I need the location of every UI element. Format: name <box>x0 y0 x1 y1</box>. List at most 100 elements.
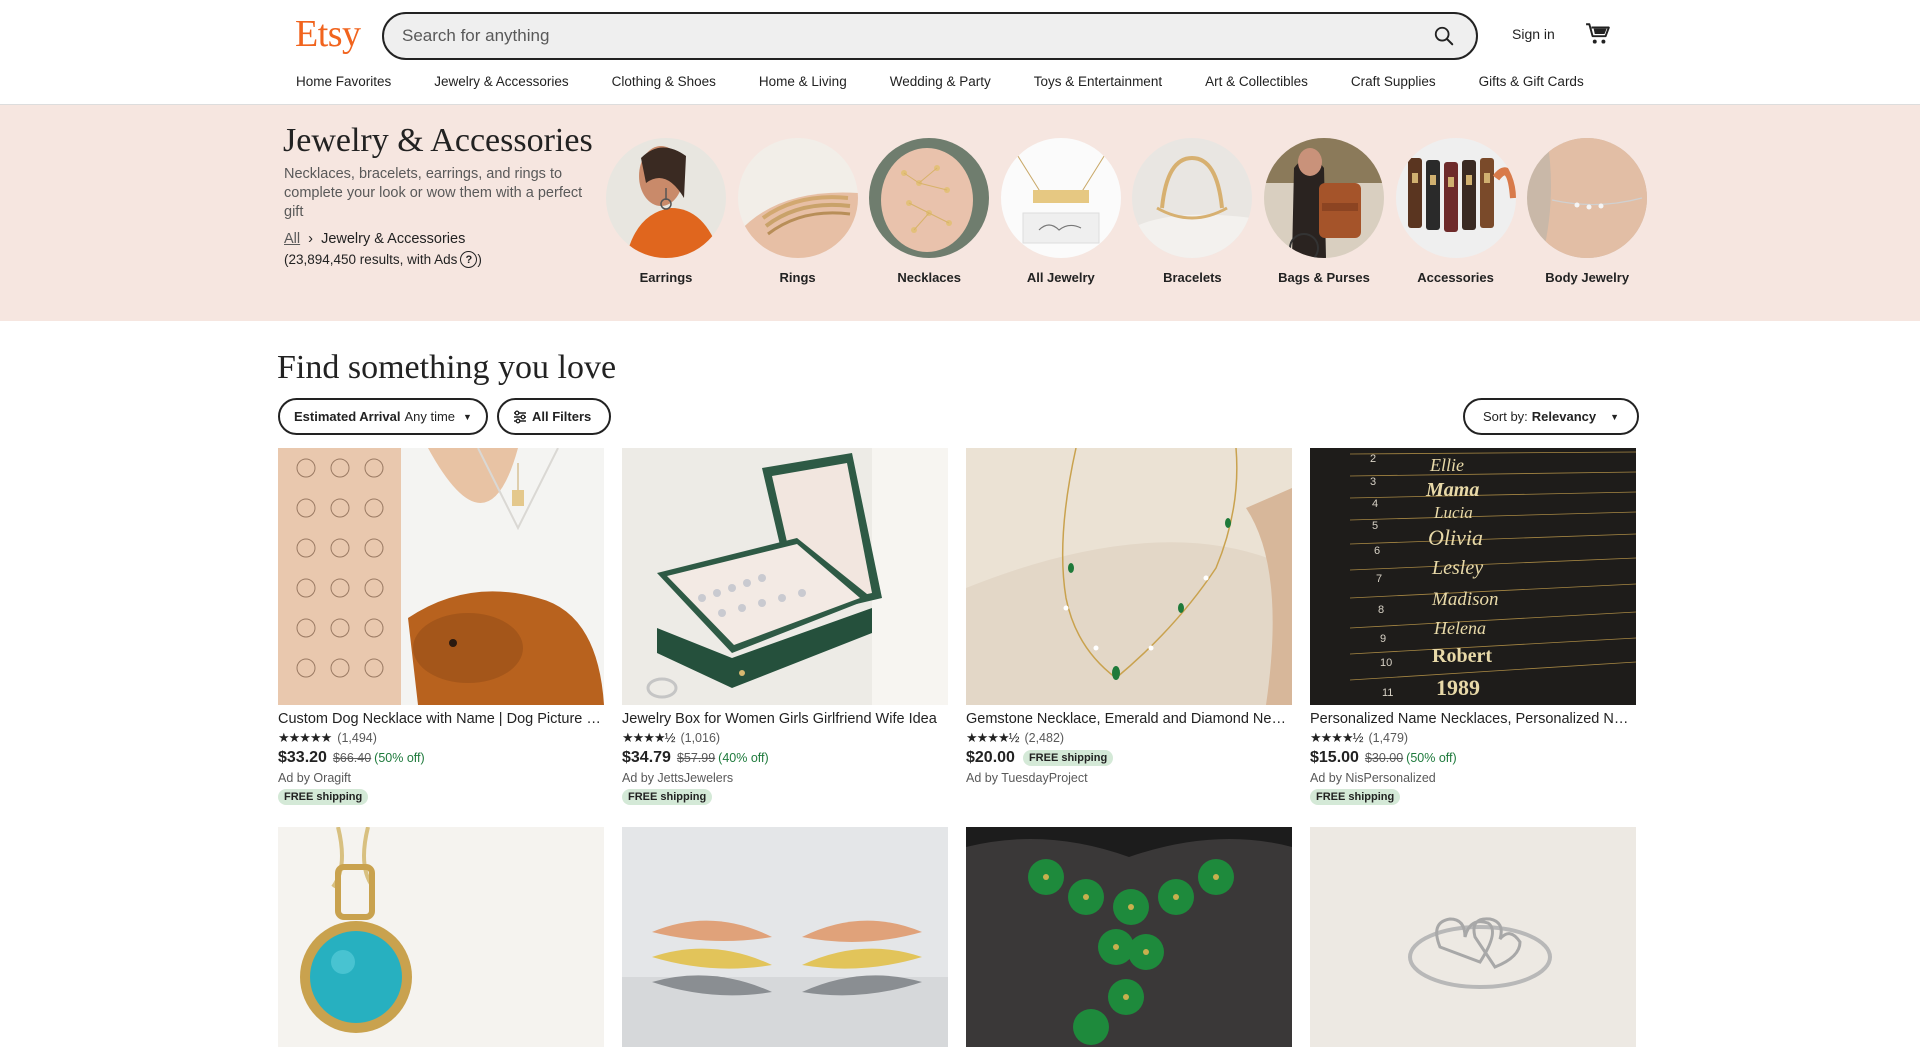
listing-card[interactable] <box>1310 827 1636 1047</box>
review-count: (1,016) <box>680 731 721 745</box>
category-bracelets[interactable]: Bracelets <box>1132 138 1253 285</box>
results-count: (23,894,450 results, with Ads ? ) <box>284 251 482 268</box>
free-shipping-badge: FREE shipping <box>1310 789 1401 805</box>
category-image <box>1527 138 1648 258</box>
name-sample: Helena <box>1433 618 1486 638</box>
category-accessories[interactable]: Accessories <box>1395 138 1516 285</box>
review-count: (1,494) <box>337 731 377 745</box>
category-bags-purses[interactable]: Bags & Purses <box>1263 138 1384 285</box>
name-number: 8 <box>1378 604 1384 616</box>
listing-image[interactable] <box>278 827 604 1047</box>
listing-card[interactable] <box>278 827 604 1047</box>
category-description: Necklaces, bracelets, earrings, and ring… <box>284 166 583 220</box>
listing-card[interactable]: 2 3 4 5 6 7 8 9 10 11 Ellie Mama Lucia O… <box>1310 448 1636 805</box>
cart-button[interactable] <box>1585 21 1611 52</box>
results-close-paren: ) <box>477 252 482 267</box>
listing-card[interactable] <box>966 827 1292 1047</box>
shop-name[interactable]: Ad by NisPersonalized <box>1310 771 1636 785</box>
filter-icon <box>514 410 526 423</box>
listing-title[interactable]: Personalized Name Necklaces, Personalize… <box>1310 711 1636 727</box>
sort-dropdown[interactable]: Sort by: Relevancy ▼ <box>1463 398 1640 435</box>
category-body-jewelry[interactable]: Body Jewelry <box>1527 138 1648 285</box>
original-price: $30.00 <box>1364 751 1404 765</box>
nav-home-favorites[interactable]: Home Favorites <box>296 74 391 89</box>
listing-image[interactable] <box>278 448 604 705</box>
category-label: Bracelets <box>1163 270 1222 285</box>
discount-label: (50% off) <box>1406 751 1457 765</box>
nav-gifts-gift-cards[interactable]: Gifts & Gift Cards <box>1479 74 1584 89</box>
listing-price: $20.00 <box>966 749 1015 766</box>
listing-title[interactable]: Gemstone Necklace, Emerald and Diamond N… <box>966 711 1292 727</box>
all-filters-button[interactable]: All Filters <box>497 398 612 435</box>
listing-image[interactable] <box>966 448 1292 705</box>
name-sample: Ellie <box>1429 455 1464 475</box>
shop-name[interactable]: Ad by TuesdayProject <box>966 771 1292 785</box>
section-title: Find something you love <box>277 349 617 386</box>
listing-card[interactable]: Gemstone Necklace, Emerald and Diamond N… <box>966 448 1292 805</box>
listing-card[interactable]: Custom Dog Necklace with Name | Dog Pict… <box>278 448 604 805</box>
category-rings[interactable]: Rings <box>737 138 858 285</box>
listing-card[interactable]: Jewelry Box for Women Girls Girlfriend W… <box>622 448 948 805</box>
name-number: 11 <box>1382 687 1393 699</box>
listing-image[interactable] <box>966 827 1292 1047</box>
category-image <box>737 138 858 258</box>
listing-rating: ★★★★½ (1,016) <box>622 730 948 746</box>
nav-clothing-shoes[interactable]: Clothing & Shoes <box>612 74 716 89</box>
breadcrumb: All › Jewelry & Accessories <box>284 231 465 247</box>
nav-home-living[interactable]: Home & Living <box>759 74 847 89</box>
listing-grid: Custom Dog Necklace with Name | Dog Pict… <box>278 448 1636 1047</box>
listing-card[interactable] <box>622 827 948 1047</box>
nav-wedding-party[interactable]: Wedding & Party <box>890 74 991 89</box>
filter-label: Estimated Arrival <box>294 409 401 424</box>
search-bar[interactable] <box>382 12 1478 60</box>
category-earrings[interactable]: Earrings <box>606 138 726 285</box>
shop-name[interactable]: Ad by JettsJewelers <box>622 771 948 785</box>
page-title: Jewelry & Accessories <box>283 122 593 159</box>
listing-title[interactable]: Jewelry Box for Women Girls Girlfriend W… <box>622 711 948 727</box>
nav-toys-entertainment[interactable]: Toys & Entertainment <box>1034 74 1162 89</box>
nav-jewelry-accessories[interactable]: Jewelry & Accessories <box>434 74 568 89</box>
sign-in-link[interactable]: Sign in <box>1512 26 1555 42</box>
name-sample: 1989 <box>1436 675 1480 700</box>
listing-rating: ★★★★½ (2,482) <box>966 730 1292 746</box>
listing-title[interactable]: Custom Dog Necklace with Name | Dog Pict… <box>278 711 604 727</box>
listing-price-row: $34.79 $57.99 (40% off) <box>622 749 948 767</box>
listing-price: $15.00 <box>1310 749 1359 766</box>
listing-price-row: $15.00 $30.00 (50% off) <box>1310 749 1636 767</box>
nav-art-collectibles[interactable]: Art & Collectibles <box>1205 74 1308 89</box>
search-input[interactable] <box>402 26 1422 46</box>
etsy-logo[interactable]: Etsy <box>295 12 361 56</box>
category-necklaces[interactable]: Necklaces <box>869 138 990 285</box>
name-number: 9 <box>1380 633 1386 645</box>
category-label: Necklaces <box>897 270 961 285</box>
filter-value: Any time <box>404 409 456 424</box>
listing-image[interactable] <box>622 448 948 705</box>
estimated-arrival-filter[interactable]: Estimated Arrival Any time ▼ <box>278 398 488 435</box>
star-rating-icon: ★★★★★ <box>278 730 332 745</box>
category-nav: Home Favorites Jewelry & Accessories Clo… <box>296 74 1627 89</box>
listing-price: $34.79 <box>622 749 671 766</box>
breadcrumb-all-link[interactable]: All <box>284 231 300 247</box>
listing-image[interactable]: 2 3 4 5 6 7 8 9 10 11 Ellie Mama Lucia O… <box>1310 448 1636 705</box>
shop-name[interactable]: Ad by Oragift <box>278 771 604 785</box>
name-sample: Lesley <box>1431 557 1483 579</box>
caret-down-icon: ▼ <box>463 411 472 422</box>
discount-label: (50% off) <box>374 751 425 765</box>
caret-down-icon: ▼ <box>1610 411 1620 422</box>
category-all-jewelry[interactable]: All Jewelry <box>1000 138 1121 285</box>
sort-label: Sort by: <box>1483 409 1528 424</box>
listing-rating: ★★★★½ (1,479) <box>1310 730 1636 746</box>
name-sample: Robert <box>1432 645 1492 667</box>
original-price: $66.40 <box>332 751 372 765</box>
category-image <box>1132 138 1253 258</box>
listing-image[interactable] <box>622 827 948 1047</box>
help-icon[interactable]: ? <box>460 251 478 268</box>
listing-image[interactable] <box>1310 827 1636 1047</box>
name-sample: Madison <box>1431 589 1499 610</box>
category-label: Earrings <box>639 270 693 285</box>
name-sample: Mama <box>1425 479 1479 501</box>
star-rating-icon: ★★★★½ <box>1310 730 1363 745</box>
sort-value: Relevancy <box>1531 409 1597 424</box>
nav-craft-supplies[interactable]: Craft Supplies <box>1351 74 1436 89</box>
search-button[interactable] <box>1422 14 1466 58</box>
